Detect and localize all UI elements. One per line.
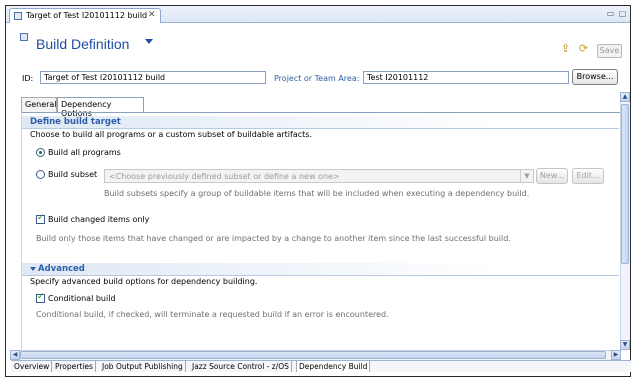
area-field[interactable]: Test I20101112 (363, 71, 569, 84)
editor-window: Target of Test I20101112 build ✕ ▭ ▢ Bui… (5, 5, 631, 377)
tab-dependency-build[interactable]: Dependency Build (296, 361, 371, 372)
advanced-header (22, 263, 619, 275)
request-build-icon[interactable]: ⇪ (559, 42, 572, 55)
save-button[interactable]: Save (597, 44, 622, 58)
build-all-radio[interactable] (36, 148, 45, 157)
horizontal-scroll-thumb[interactable] (20, 351, 606, 359)
build-changed-checkbox[interactable] (36, 213, 45, 224)
refresh-icon[interactable]: ⟳ (577, 42, 590, 55)
build-changed-label: Build changed items only (48, 215, 150, 224)
define-target-description: Choose to build all programs or a custom… (30, 130, 312, 139)
scroll-down-icon[interactable]: ▼ (620, 340, 630, 350)
minimize-icon[interactable]: ▭ (606, 9, 615, 18)
build-changed-help-text: Build only those items that have changed… (36, 234, 511, 243)
maximize-icon[interactable]: ▢ (618, 9, 627, 18)
scroll-left-icon[interactable]: ◀ (10, 350, 20, 360)
tab-general[interactable]: General (21, 97, 57, 112)
build-subset-radio[interactable] (36, 170, 45, 179)
id-field[interactable]: Target of Test I20101112 build (40, 71, 266, 84)
build-definition-icon (14, 12, 22, 20)
area-label: Project or Team Area: (274, 74, 360, 83)
scroll-up-icon[interactable]: ▲ (620, 92, 630, 102)
subset-combo[interactable]: <Choose previously defined subset or def… (104, 169, 534, 183)
conditional-build-checkbox[interactable] (36, 292, 45, 303)
edit-subset-button[interactable]: Edit... (572, 168, 604, 184)
new-subset-button[interactable]: New... (536, 168, 568, 184)
tab-jazz-source-control[interactable]: Jazz Source Control - z/OS (190, 361, 292, 372)
advanced-description: Specify advanced build options for depen… (30, 277, 258, 286)
subset-placeholder: <Choose previously defined subset or def… (109, 172, 340, 181)
conditional-build-help-text: Conditional build, if checked, will term… (36, 310, 389, 319)
collapse-icon[interactable] (30, 267, 36, 271)
section-divider (22, 275, 619, 276)
page-title: Build Definition (36, 36, 130, 52)
editor-tab[interactable]: Target of Test I20101112 build ✕ (9, 8, 161, 23)
section-divider (22, 128, 619, 129)
define-target-title: Define build target (30, 117, 121, 127)
vertical-scroll-thumb[interactable] (621, 104, 629, 264)
build-all-label: Build all programs (48, 148, 121, 157)
advanced-title[interactable]: Advanced (38, 264, 85, 274)
conditional-build-label: Conditional build (48, 294, 116, 303)
close-icon[interactable]: ✕ (148, 10, 158, 20)
browse-button[interactable]: Browse... (572, 69, 618, 85)
editor-tab-label: Target of Test I20101112 build (26, 11, 148, 20)
id-label: ID: (22, 74, 34, 83)
build-definition-icon (20, 33, 28, 41)
build-subset-label: Build subset (48, 170, 98, 179)
scroll-right-icon[interactable]: ▶ (611, 350, 621, 360)
editor-tab-row: Target of Test I20101112 build ✕ ▭ ▢ (6, 6, 630, 23)
subset-help-text: Build subsets specify a group of buildab… (104, 189, 530, 198)
tab-job-output-publishing[interactable]: Job Output Publishing (100, 361, 186, 372)
dropdown-arrow-icon[interactable]: ▼ (520, 170, 533, 182)
tab-overview[interactable]: Overview (12, 361, 53, 372)
tab-dependency-options[interactable]: Dependency Options (57, 97, 144, 118)
tab-properties[interactable]: Properties (53, 361, 96, 372)
chevron-down-icon[interactable] (145, 39, 153, 44)
